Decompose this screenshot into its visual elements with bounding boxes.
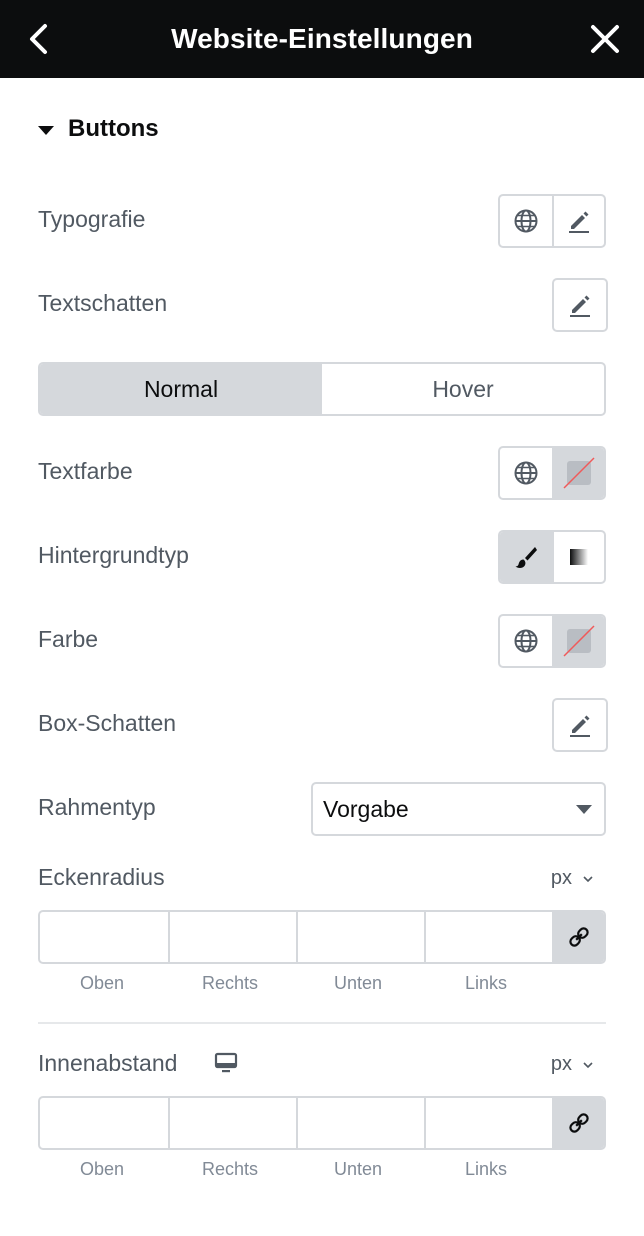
section-toggle-buttons[interactable]: Buttons bbox=[38, 112, 159, 146]
dimension-label-right: Rechts bbox=[201, 1159, 259, 1179]
hintergrundtyp-controls bbox=[498, 530, 606, 584]
typografie-controls bbox=[498, 194, 606, 248]
chevron-down-icon bbox=[583, 1061, 593, 1068]
box-schatten-edit-button[interactable] bbox=[554, 700, 606, 750]
eckenradius-unit: px bbox=[550, 867, 572, 889]
empty-color-swatch-icon bbox=[563, 625, 595, 657]
dimension-label-right: Rechts bbox=[201, 973, 259, 993]
rahmentyp-value: Vorgabe bbox=[323, 795, 409, 822]
innenabstand-dimension-labels: Oben Rechts Unten Links bbox=[38, 1159, 550, 1180]
eckenradius-top-input[interactable] bbox=[40, 912, 168, 962]
panel-header: Website-Einstellungen bbox=[0, 0, 644, 78]
section-title: Buttons bbox=[68, 115, 159, 142]
dimension-label-bottom: Unten bbox=[333, 973, 383, 993]
state-tabs: Normal Hover bbox=[38, 362, 606, 416]
pencil-icon bbox=[569, 211, 589, 233]
gradient-icon bbox=[570, 549, 588, 565]
typografie-edit-button[interactable] bbox=[552, 196, 604, 246]
innenabstand-label: Innenabstand bbox=[38, 1050, 178, 1076]
textfarbe-controls bbox=[498, 446, 606, 500]
pencil-icon bbox=[570, 715, 590, 737]
dimension-label-top: Oben bbox=[79, 973, 125, 993]
globe-icon bbox=[514, 461, 538, 485]
textschatten-label: Textschatten bbox=[38, 290, 168, 316]
innenabstand-bottom-input[interactable] bbox=[296, 1098, 424, 1148]
innenabstand-link-button[interactable] bbox=[552, 1098, 604, 1148]
pencil-icon bbox=[570, 295, 590, 317]
farbe-label: Farbe bbox=[38, 626, 99, 652]
rahmentyp-select[interactable]: Vorgabe bbox=[311, 782, 606, 836]
tab-hover[interactable]: Hover bbox=[322, 364, 604, 414]
link-icon bbox=[569, 927, 589, 947]
chevron-down-icon bbox=[583, 875, 593, 882]
innenabstand-right-input[interactable] bbox=[168, 1098, 296, 1148]
farbe-global-button[interactable] bbox=[500, 616, 552, 666]
globe-icon bbox=[514, 629, 538, 653]
innenabstand-unit: px bbox=[550, 1053, 572, 1075]
eckenradius-label: Eckenradius bbox=[38, 864, 165, 890]
background-type-gradient-button[interactable] bbox=[552, 532, 604, 582]
brush-icon bbox=[515, 547, 537, 568]
desktop-monitor-icon[interactable] bbox=[214, 1052, 238, 1074]
eckenradius-dimension-labels: Oben Rechts Unten Links bbox=[38, 973, 550, 994]
dimension-label-left: Links bbox=[464, 973, 508, 993]
farbe-color-picker[interactable] bbox=[552, 616, 604, 666]
farbe-controls bbox=[498, 614, 606, 668]
eckenradius-bottom-input[interactable] bbox=[296, 912, 424, 962]
box-schatten-label: Box-Schatten bbox=[38, 710, 177, 736]
textschatten-controls bbox=[552, 278, 608, 332]
typografie-global-button[interactable] bbox=[500, 196, 552, 246]
eckenradius-dimensions bbox=[38, 910, 606, 964]
rahmentyp-label: Rahmentyp bbox=[38, 794, 156, 820]
innenabstand-top-input[interactable] bbox=[40, 1098, 168, 1148]
caret-down-icon bbox=[38, 125, 54, 135]
textfarbe-color-picker[interactable] bbox=[552, 448, 604, 498]
globe-icon bbox=[514, 209, 538, 233]
textschatten-edit-button[interactable] bbox=[554, 280, 606, 330]
empty-color-swatch-icon bbox=[563, 457, 595, 489]
caret-down-icon bbox=[576, 805, 592, 814]
innenabstand-unit-select[interactable]: px bbox=[551, 1053, 594, 1076]
tab-normal[interactable]: Normal bbox=[40, 364, 322, 414]
textfarbe-label: Textfarbe bbox=[38, 458, 133, 484]
close-icon[interactable] bbox=[588, 22, 622, 56]
background-type-classic-button[interactable] bbox=[500, 532, 552, 582]
innenabstand-left-input[interactable] bbox=[424, 1098, 552, 1148]
hintergrundtyp-label: Hintergrundtyp bbox=[38, 542, 189, 568]
eckenradius-unit-select[interactable]: px bbox=[551, 867, 594, 890]
dimension-label-top: Oben bbox=[79, 1159, 125, 1179]
innenabstand-dimensions bbox=[38, 1096, 606, 1150]
page-title: Website-Einstellungen bbox=[171, 23, 473, 54]
eckenradius-left-input[interactable] bbox=[424, 912, 552, 962]
dimension-label-left: Links bbox=[464, 1159, 508, 1179]
divider bbox=[38, 1022, 606, 1024]
dimension-label-bottom: Unten bbox=[333, 1159, 383, 1179]
eckenradius-right-input[interactable] bbox=[168, 912, 296, 962]
back-icon[interactable] bbox=[24, 20, 56, 58]
box-schatten-controls bbox=[552, 698, 608, 752]
textfarbe-global-button[interactable] bbox=[500, 448, 552, 498]
eckenradius-link-button[interactable] bbox=[552, 912, 604, 962]
link-icon bbox=[569, 1113, 589, 1133]
typografie-label: Typografie bbox=[38, 206, 146, 232]
